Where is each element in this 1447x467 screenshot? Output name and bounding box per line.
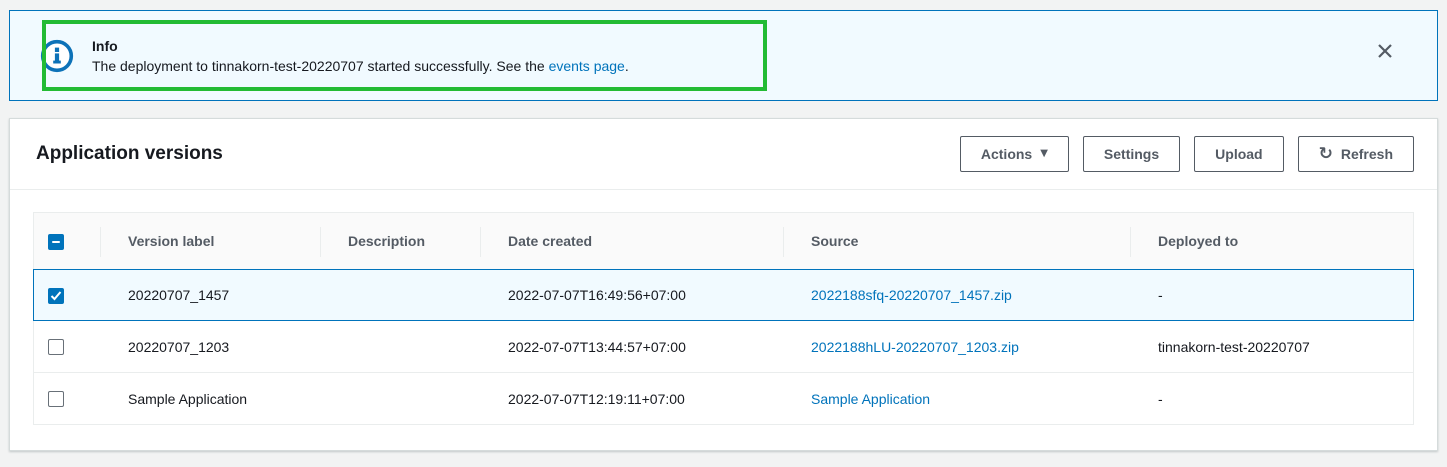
banner-message-period: . — [624, 57, 629, 74]
table-row[interactable]: 20220707_1457 2022-07-07T16:49:56+07:00 … — [33, 269, 1414, 321]
column-header-deployed-to: Deployed to — [1130, 212, 1414, 269]
column-header-label: Source — [811, 233, 859, 249]
cell-date-created: 2022-07-07T12:19:11+07:00 — [480, 373, 783, 425]
info-icon — [40, 39, 74, 72]
check-icon — [50, 290, 62, 301]
panel-header: Application versions Actions ▼ Settings … — [10, 119, 1437, 190]
refresh-icon: ↻ — [1318, 143, 1333, 164]
column-header-version-label: Version label — [100, 212, 320, 269]
cell-description — [320, 373, 480, 425]
settings-button[interactable]: Settings — [1082, 136, 1181, 172]
row-checkbox[interactable] — [48, 287, 64, 304]
banner-text-block: Info The deployment to tinnakorn-test-20… — [92, 38, 1381, 74]
refresh-button-label: Refresh — [1340, 146, 1393, 162]
cell-source: 2022188hLU-20220707_1203.zip — [783, 321, 1130, 373]
caret-down-icon: ▼ — [1040, 148, 1048, 159]
cell-date-created: 2022-07-07T13:44:57+07:00 — [480, 321, 783, 373]
cell-deployed-to: - — [1130, 373, 1414, 425]
cell-description — [320, 269, 480, 321]
column-header-label: Version label — [128, 233, 215, 249]
source-link[interactable]: 2022188hLU-20220707_1203.zip — [811, 339, 1019, 355]
cell-source: 2022188sfq-20220707_1457.zip — [783, 269, 1130, 321]
cell-version-label: Sample Application — [100, 373, 320, 425]
select-all-checkbox[interactable] — [48, 233, 64, 250]
upload-button[interactable]: Upload — [1194, 136, 1284, 172]
events-page-link[interactable]: events page — [549, 58, 625, 74]
column-divider — [783, 227, 784, 257]
cell-select — [33, 321, 100, 373]
cell-description — [320, 321, 480, 373]
column-divider — [100, 227, 101, 257]
table-header-row: Version label Description Date created S… — [33, 212, 1414, 269]
cell-select — [33, 269, 100, 321]
cell-deployed-to: tinnakorn-test-20220707 — [1130, 321, 1414, 373]
cell-version-label: 20220707_1457 — [100, 269, 320, 321]
header-actions: Actions ▼ Settings Upload ↻ Refresh — [959, 136, 1414, 172]
refresh-button[interactable]: ↻ Refresh — [1297, 136, 1414, 172]
cell-version-label: 20220707_1203 — [100, 321, 320, 373]
cell-select — [33, 373, 100, 425]
column-header-label: Deployed to — [1158, 233, 1239, 249]
column-divider — [320, 227, 321, 257]
column-header-date-created: Date created — [480, 212, 783, 269]
cell-source: Sample Application — [783, 373, 1130, 425]
column-header-select — [33, 212, 100, 269]
actions-button[interactable]: Actions ▼ — [959, 136, 1069, 172]
table-row[interactable]: 20220707_1203 2022-07-07T13:44:57+07:00 … — [33, 321, 1414, 373]
source-link[interactable]: Sample Application — [811, 391, 930, 407]
banner-message: The deployment to tinnakorn-test-2022070… — [92, 58, 1381, 74]
settings-button-label: Settings — [1103, 146, 1160, 162]
actions-button-label: Actions — [980, 146, 1033, 162]
banner-title: Info — [92, 37, 118, 54]
cell-date-created: 2022-07-07T16:49:56+07:00 — [480, 269, 783, 321]
banner-message-text: The deployment to tinnakorn-test-2022070… — [92, 57, 549, 74]
versions-table: Version label Description Date created S… — [33, 212, 1414, 425]
source-link[interactable]: 2022188sfq-20220707_1457.zip — [811, 287, 1012, 303]
table-row[interactable]: Sample Application 2022-07-07T12:19:11+0… — [33, 373, 1414, 425]
column-header-label: Date created — [508, 233, 593, 249]
page-title: Application versions — [36, 143, 223, 164]
upload-button-label: Upload — [1215, 146, 1263, 162]
column-header-description: Description — [320, 212, 480, 269]
row-checkbox[interactable] — [48, 391, 64, 408]
column-header-label: Description — [348, 233, 426, 249]
info-banner: Info The deployment to tinnakorn-test-20… — [9, 10, 1438, 101]
column-header-source: Source — [783, 212, 1130, 269]
column-divider — [480, 227, 481, 257]
cell-deployed-to: - — [1130, 269, 1414, 321]
application-versions-panel: Application versions Actions ▼ Settings … — [9, 118, 1438, 451]
row-checkbox[interactable] — [48, 339, 64, 356]
close-banner-button[interactable] — [1373, 39, 1397, 63]
column-divider — [1130, 227, 1131, 257]
close-icon — [1378, 44, 1392, 58]
